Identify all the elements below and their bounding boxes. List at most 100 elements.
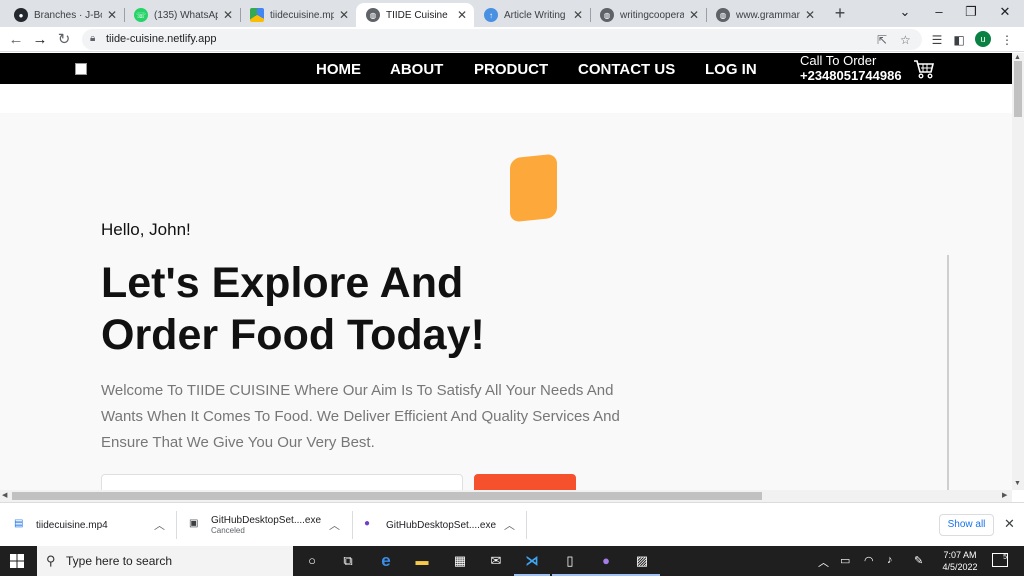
download-item[interactable]: ▤ tiidecuisine.mp4 ︿ bbox=[14, 511, 174, 539]
system-clock[interactable]: 7:07 AM 4/5/2022 bbox=[936, 549, 984, 573]
tab-whatsapp[interactable]: ☏ (135) WhatsApp ✕ bbox=[124, 3, 240, 27]
call-label: Call To Order bbox=[800, 53, 877, 68]
task-view-icon[interactable]: ⧉ bbox=[338, 551, 358, 571]
tab-tiide-cuisine[interactable]: ◍ TIIDE Cuisine ✕ bbox=[356, 3, 474, 27]
close-icon[interactable]: ✕ bbox=[106, 8, 118, 22]
github-desktop-icon[interactable]: ● bbox=[588, 551, 624, 576]
search-icon: ⚲ bbox=[46, 553, 56, 568]
url-text: tiide-cuisine.netlify.app bbox=[106, 33, 217, 45]
nav-home[interactable]: HOME bbox=[316, 61, 361, 78]
back-button[interactable]: ← bbox=[6, 30, 26, 50]
scroll-down-arrow[interactable]: ▼ bbox=[1014, 480, 1021, 487]
notification-icon[interactable]: 5 bbox=[992, 553, 1008, 567]
tab-search-icon[interactable]: ⌄ bbox=[890, 2, 920, 22]
bookmark-star-icon[interactable]: ☆ bbox=[900, 33, 911, 47]
chevron-up-icon[interactable]: ︿ bbox=[154, 517, 165, 533]
tab-writingcooperative[interactable]: ◍ writingcooperati ✕ bbox=[590, 3, 706, 27]
wifi-icon[interactable]: ◠ bbox=[864, 554, 874, 567]
shopping-cart-icon[interactable] bbox=[913, 59, 935, 79]
battery-icon[interactable]: ▭ bbox=[840, 554, 850, 567]
download-item[interactable]: ● GitHubDesktopSet....exe ︿ bbox=[364, 511, 524, 539]
tab-article-writing[interactable]: ↑ Article Writing Fo ✕ bbox=[474, 3, 590, 27]
volume-icon[interactable]: ♪ bbox=[887, 554, 893, 566]
download-item[interactable]: ▣ GitHubDesktopSet....exe Canceled ︿ bbox=[189, 511, 349, 539]
close-icon[interactable]: ✕ bbox=[1004, 516, 1015, 532]
divider-line bbox=[947, 255, 949, 490]
nav-product[interactable]: PRODUCT bbox=[474, 61, 548, 78]
cortana-icon[interactable]: ○ bbox=[302, 551, 322, 571]
vertical-scroll-thumb[interactable] bbox=[1014, 61, 1022, 117]
vertical-scrollbar[interactable]: ▲ ▼ bbox=[1012, 53, 1024, 490]
scroll-right-arrow[interactable]: ▶ bbox=[1002, 491, 1007, 499]
file-icon: ▤ bbox=[14, 518, 24, 529]
file-explorer-icon[interactable]: ▬ bbox=[412, 551, 432, 571]
tab-drive-video[interactable]: tiidecuisine.mp4 ✕ bbox=[240, 3, 356, 27]
nav-about[interactable]: ABOUT bbox=[390, 61, 443, 78]
reload-button[interactable]: ↻ bbox=[54, 30, 74, 50]
tab-label: www.grammarly bbox=[736, 9, 800, 21]
address-bar[interactable]: 🔒︎ tiide-cuisine.netlify.app ⇱ ☆ bbox=[82, 29, 922, 50]
tab-github-branches[interactable]: ● Branches · J-Boy ✕ bbox=[4, 3, 124, 27]
vscode-icon[interactable]: ⋊ bbox=[514, 551, 550, 576]
call-to-order: Call To Order +2348051744986 bbox=[800, 53, 902, 83]
store-icon[interactable]: ▦ bbox=[450, 551, 470, 571]
download-bar: ▤ tiidecuisine.mp4 ︿ ▣ GitHubDesktopSet.… bbox=[0, 502, 1024, 546]
forward-button[interactable]: → bbox=[30, 30, 50, 50]
close-window-button[interactable]: ✕ bbox=[990, 2, 1020, 22]
edge-icon[interactable]: e bbox=[376, 551, 396, 571]
chevron-up-icon[interactable]: ︿ bbox=[504, 517, 515, 533]
menu-kebab-icon[interactable]: ⋮ bbox=[998, 31, 1016, 49]
chrome-window-icon[interactable]: ▯ bbox=[552, 551, 588, 576]
profile-avatar[interactable]: u bbox=[975, 31, 991, 47]
chevron-up-icon[interactable]: ︿ bbox=[329, 517, 340, 533]
globe-icon: ◍ bbox=[366, 8, 380, 22]
tab-strip: ● Branches · J-Boy ✕ ☏ (135) WhatsApp ✕ … bbox=[0, 0, 1024, 27]
share-icon[interactable]: ⇱ bbox=[877, 33, 887, 47]
decorative-blob bbox=[510, 153, 557, 223]
windows-start-icon[interactable] bbox=[10, 554, 24, 568]
close-icon[interactable]: ✕ bbox=[572, 8, 584, 22]
show-all-button[interactable]: Show all bbox=[939, 514, 994, 536]
taskbar-search-box[interactable]: ⚲ Type here to search bbox=[37, 546, 293, 576]
scroll-left-arrow[interactable]: ◀ bbox=[2, 491, 7, 499]
nav-log-in[interactable]: LOG IN bbox=[705, 61, 757, 78]
whatsapp-icon: ☏ bbox=[134, 8, 148, 22]
taskbar-search-placeholder: Type here to search bbox=[66, 554, 173, 568]
photos-icon[interactable]: ▨ bbox=[624, 551, 660, 576]
side-panel-icon[interactable]: ◧ bbox=[950, 31, 968, 49]
reading-list-icon[interactable]: ☰ bbox=[928, 31, 946, 49]
close-icon[interactable]: ✕ bbox=[338, 8, 350, 22]
greeting-text: Hello, John! bbox=[101, 220, 191, 239]
scroll-up-arrow[interactable]: ▲ bbox=[1014, 54, 1021, 61]
horizontal-scrollbar[interactable]: ◀ ▶ bbox=[0, 490, 1012, 502]
pen-icon[interactable]: ✎ bbox=[914, 554, 923, 567]
new-tab-button[interactable]: + bbox=[830, 3, 850, 23]
tab-grammarly[interactable]: ◍ www.grammarly ✕ bbox=[706, 3, 822, 27]
download-status: Canceled bbox=[211, 526, 245, 535]
download-separator bbox=[176, 511, 177, 539]
globe-icon: ◍ bbox=[600, 8, 614, 22]
close-icon[interactable]: ✕ bbox=[688, 8, 700, 22]
download-name: GitHubDesktopSet....exe bbox=[211, 515, 322, 526]
close-icon[interactable]: ✕ bbox=[456, 8, 468, 22]
restore-button[interactable]: ❐ bbox=[956, 2, 986, 22]
horizontal-scroll-thumb[interactable] bbox=[12, 492, 762, 500]
close-icon[interactable]: ✕ bbox=[804, 8, 816, 22]
minimize-button[interactable]: – bbox=[924, 2, 954, 22]
tab-label: Article Writing Fo bbox=[504, 9, 568, 21]
upload-icon: ↑ bbox=[484, 8, 498, 22]
mail-icon[interactable]: ✉ bbox=[486, 551, 506, 571]
hero-cta-button[interactable] bbox=[474, 474, 576, 490]
download-separator bbox=[526, 511, 527, 539]
call-number[interactable]: +2348051744986 bbox=[800, 68, 902, 83]
broken-logo-image[interactable] bbox=[75, 63, 87, 75]
nav-contact-us[interactable]: CONTACT US bbox=[578, 61, 675, 78]
chevron-up-icon[interactable]: ︿ bbox=[818, 554, 829, 570]
site-navbar: HOME ABOUT PRODUCT CONTACT US LOG IN Cal… bbox=[0, 53, 1012, 84]
clock-time: 7:07 AM bbox=[943, 550, 977, 560]
hero-input[interactable] bbox=[101, 474, 463, 490]
close-icon[interactable]: ✕ bbox=[222, 8, 234, 22]
download-name: tiidecuisine.mp4 bbox=[36, 519, 108, 531]
github-icon: ● bbox=[14, 8, 28, 22]
download-name: GitHubDesktopSet....exe bbox=[386, 519, 497, 531]
